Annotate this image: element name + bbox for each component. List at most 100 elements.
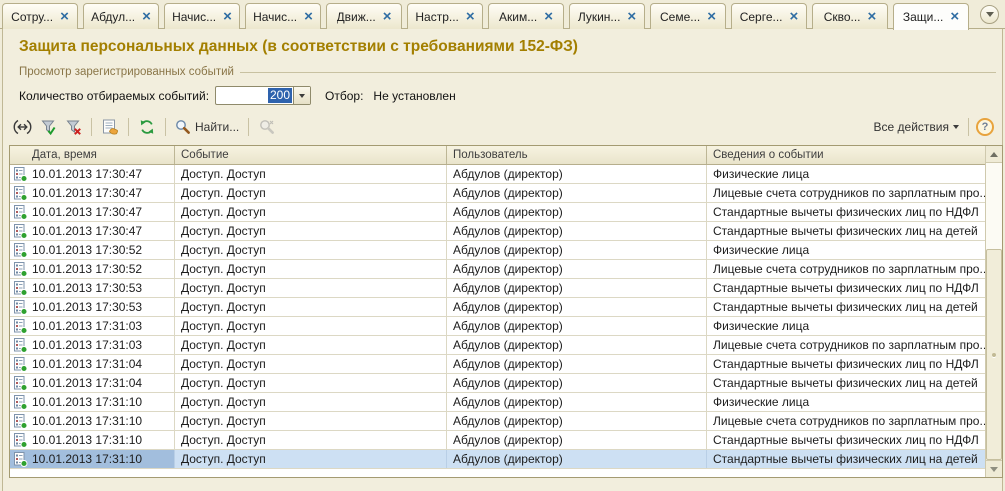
column-header-user[interactable]: Пользователь [447,146,707,164]
vertical-scrollbar[interactable] [985,146,1002,477]
cell-event: Доступ. Доступ [175,203,447,221]
cell-event: Доступ. Доступ [175,355,447,373]
tab-3[interactable]: Начис... × [164,3,240,29]
cell-datetime: 10.01.2013 17:31:03 [10,317,175,335]
cell-datetime: 10.01.2013 17:30:52 [10,260,175,278]
toolbar-separator [128,118,129,136]
close-icon[interactable]: × [868,12,877,22]
datetime-text: 10.01.2013 17:30:52 [32,262,142,276]
column-header-event[interactable]: Событие [175,146,447,164]
filter-params-row: Количество отбираемых событий: 200 Отбор… [19,86,456,105]
cell-details: Физические лица [707,165,985,183]
toolbar-separator [248,118,249,136]
table-row[interactable]: 10.01.2013 17:31:04 Доступ. Доступ Абдул… [10,355,985,374]
event-record-icon [13,224,28,239]
cancel-find-button[interactable] [256,116,278,138]
table-row[interactable]: 10.01.2013 17:31:10 Доступ. Доступ Абдул… [10,431,985,450]
tab-overflow-button[interactable] [980,5,999,24]
set-period-button[interactable] [11,116,34,138]
refresh-button[interactable] [136,116,158,138]
column-header-datetime[interactable]: Дата, время [10,146,175,164]
datetime-text: 10.01.2013 17:30:47 [32,224,142,238]
close-icon[interactable]: × [790,12,799,22]
datetime-text: 10.01.2013 17:30:52 [32,243,142,257]
tab-label: Семе... [660,10,700,24]
all-actions-button[interactable]: Все действия [872,116,961,138]
event-record-icon [13,357,28,372]
group-events-view: Просмотр зарегистрированных событий [19,66,996,78]
datetime-text: 10.01.2013 17:30:53 [32,300,142,314]
events-count-dropdown-button[interactable] [293,87,310,104]
tab-4[interactable]: Начис... × [245,3,321,29]
tab-5[interactable]: Движ... × [326,3,402,29]
set-filter-button[interactable] [37,116,59,138]
column-header-details[interactable]: Сведения о событии [707,146,985,164]
scroll-down-button[interactable] [986,460,1002,477]
close-icon[interactable]: × [223,12,232,22]
help-button[interactable]: ? [976,118,994,136]
tab-label: Серге... [740,10,783,24]
cancel-search-icon [259,119,275,135]
cell-event: Доступ. Доступ [175,260,447,278]
event-record-icon [13,186,28,201]
scroll-up-button[interactable] [986,146,1002,163]
event-record-icon [13,262,28,277]
cell-user: Абдулов (директор) [447,241,707,259]
find-button[interactable]: Найти... [173,116,241,138]
datetime-text: 10.01.2013 17:30:47 [32,186,142,200]
cell-details: Лицевые счета сотрудников по зарплатным … [707,336,985,354]
filter-settings-button[interactable] [99,116,121,138]
table-row[interactable]: 10.01.2013 17:30:52 Доступ. Доступ Абдул… [10,260,985,279]
cell-user: Абдулов (директор) [447,298,707,316]
event-record-icon [13,300,28,315]
table-row[interactable]: 10.01.2013 17:31:03 Доступ. Доступ Абдул… [10,336,985,355]
find-button-label: Найти... [195,120,239,134]
events-count-input[interactable]: 200 [215,86,311,105]
close-icon[interactable]: × [304,12,313,22]
scrollbar-thumb[interactable] [986,249,1002,460]
close-icon[interactable]: × [707,12,716,22]
close-icon[interactable]: × [383,12,392,22]
tab-12[interactable]: Защи... × [893,3,969,30]
table-row[interactable]: 10.01.2013 17:30:47 Доступ. Доступ Абдул… [10,184,985,203]
cell-datetime: 10.01.2013 17:30:47 [10,165,175,183]
tab-11[interactable]: Скво... × [812,3,888,29]
table-row[interactable]: 10.01.2013 17:30:47 Доступ. Доступ Абдул… [10,203,985,222]
table-row[interactable]: 10.01.2013 17:31:03 Доступ. Доступ Абдул… [10,317,985,336]
tab-bar-tabs: Сотру... × Абдул... × Начис... × Начис..… [2,3,969,29]
close-icon[interactable]: × [142,12,151,22]
filter-value: Не установлен [373,89,455,103]
close-icon[interactable]: × [60,12,69,22]
cell-user: Абдулов (директор) [447,260,707,278]
tab-label: Абдул... [91,10,135,24]
close-icon[interactable]: × [950,12,959,22]
tab-7[interactable]: Аким... × [488,3,564,29]
table-row[interactable]: 10.01.2013 17:30:47 Доступ. Доступ Абдул… [10,165,985,184]
cell-event: Доступ. Доступ [175,412,447,430]
close-icon[interactable]: × [627,12,636,22]
close-icon[interactable]: × [544,12,553,22]
table-row[interactable]: 10.01.2013 17:30:52 Доступ. Доступ Абдул… [10,241,985,260]
tab-2[interactable]: Абдул... × [83,3,159,29]
table-row[interactable]: 10.01.2013 17:31:10 Доступ. Доступ Абдул… [10,412,985,431]
table-row[interactable]: 10.01.2013 17:30:47 Доступ. Доступ Абдул… [10,222,985,241]
tab-10[interactable]: Серге... × [731,3,807,29]
table-row[interactable]: 10.01.2013 17:30:53 Доступ. Доступ Абдул… [10,298,985,317]
clear-filter-button[interactable] [62,116,84,138]
close-icon[interactable]: × [466,12,475,22]
tab-9[interactable]: Семе... × [650,3,726,29]
table-row[interactable]: 10.01.2013 17:31:10 Доступ. Доступ Абдул… [10,450,985,469]
table-row[interactable]: 10.01.2013 17:30:53 Доступ. Доступ Абдул… [10,279,985,298]
table-row[interactable]: 10.01.2013 17:31:04 Доступ. Доступ Абдул… [10,374,985,393]
tab-6[interactable]: Настр... × [407,3,483,29]
table-row[interactable]: 10.01.2013 17:31:10 Доступ. Доступ Абдул… [10,393,985,412]
tab-8[interactable]: Лукин... × [569,3,645,29]
event-record-icon [13,452,28,467]
cell-datetime: 10.01.2013 17:31:10 [10,393,175,411]
cell-details: Стандартные вычеты физических лиц на дет… [707,298,985,316]
group-caption-rule [240,72,996,73]
cell-event: Доступ. Доступ [175,450,447,468]
tab-1[interactable]: Сотру... × [2,3,78,29]
scrollbar-track[interactable] [986,163,1002,460]
toolbar-separator [968,118,969,136]
